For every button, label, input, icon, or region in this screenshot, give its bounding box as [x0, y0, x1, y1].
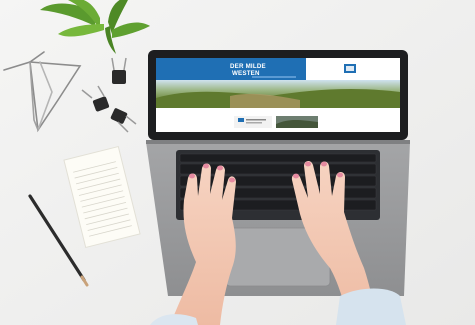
sleeve-right: [336, 288, 406, 325]
site-title-line2: WESTEN: [232, 70, 260, 77]
site-title-line1: DER MILDE: [230, 63, 266, 70]
desk-photo: DER MILDE WESTEN: [0, 0, 475, 325]
laptop: DER MILDE WESTEN: [146, 50, 410, 296]
